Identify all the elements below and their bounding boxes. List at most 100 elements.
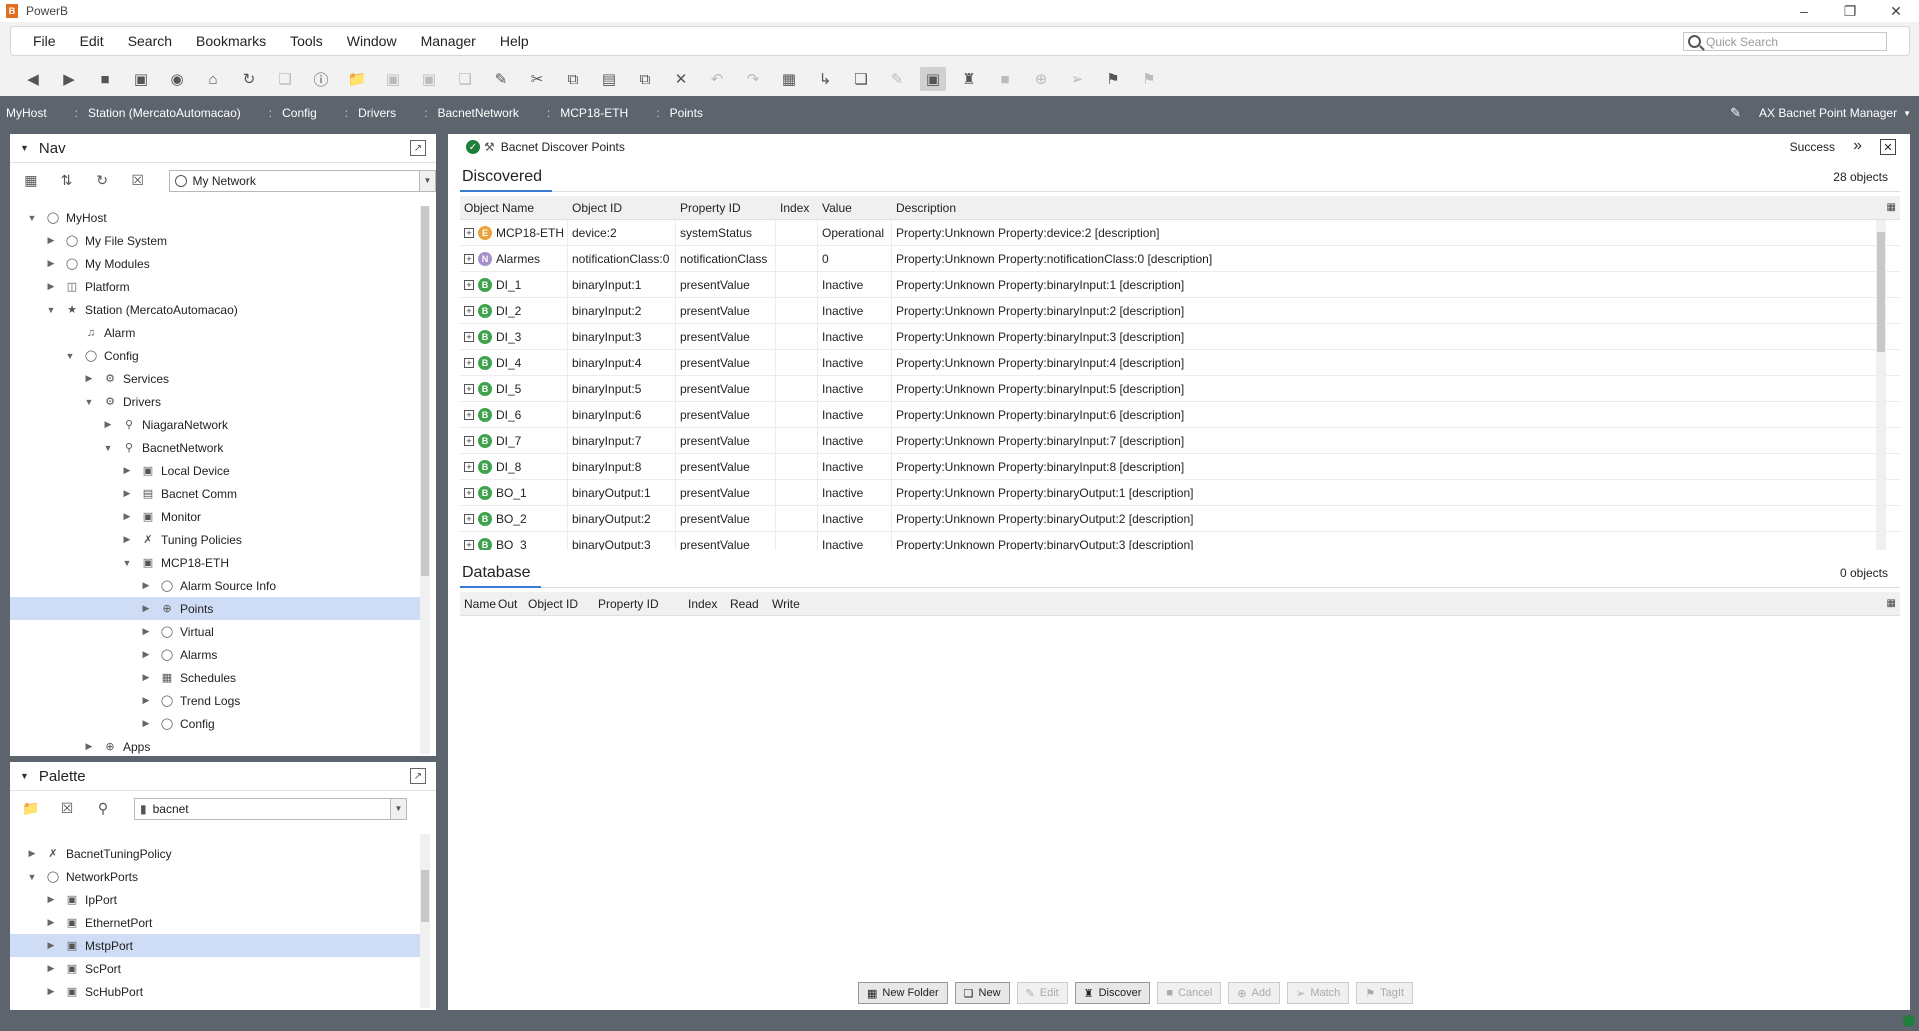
collapsed-caret-icon[interactable]: ▶: [121, 488, 133, 499]
tag-it-icon[interactable]: ⚑: [1136, 67, 1162, 91]
tree-node-apps[interactable]: ▶ ⊕ Apps: [10, 735, 420, 756]
collapsed-caret-icon[interactable]: ▶: [45, 963, 57, 974]
tree-node-bacnettuningpolicy[interactable]: ▶ ✗ BacnetTuningPolicy: [10, 842, 420, 865]
tab-database[interactable]: Database: [460, 560, 541, 588]
menu-search[interactable]: Search: [116, 33, 184, 49]
nav-scrollbar[interactable]: [420, 206, 430, 754]
collapsed-caret-icon[interactable]: ▶: [140, 672, 152, 683]
open-palette-icon[interactable]: 📁: [22, 800, 40, 818]
tree-node-trend-logs[interactable]: ▶ ◯ Trend Logs: [10, 689, 420, 712]
tree-node-services[interactable]: ▶ ⚙ Services: [10, 367, 420, 390]
palette-scroll-thumb[interactable]: [421, 870, 429, 922]
forward-icon[interactable]: ▶: [56, 67, 82, 91]
expand-row-icon[interactable]: +: [464, 331, 474, 342]
chevron-down-icon[interactable]: ▼: [390, 798, 406, 819]
copy-view-icon[interactable]: ❏: [272, 67, 298, 91]
pencil-icon[interactable]: ✎: [1730, 105, 1741, 121]
tree-node-networkports[interactable]: ▼ ◯ NetworkPorts: [10, 865, 420, 888]
collapsed-caret-icon[interactable]: ▶: [83, 741, 95, 752]
menu-window[interactable]: Window: [335, 33, 409, 49]
tree-node-drivers[interactable]: ▼ ⚙ Drivers: [10, 390, 420, 413]
expand-row-icon[interactable]: +: [464, 305, 474, 316]
collapsed-caret-icon[interactable]: ▶: [45, 986, 57, 997]
tree-node-points[interactable]: ▶ ⊕ Points: [10, 597, 420, 620]
expand-row-icon[interactable]: +: [464, 435, 474, 446]
link-icon[interactable]: ↳: [812, 67, 838, 91]
save-icon[interactable]: ▣: [380, 67, 406, 91]
collapsed-caret-icon[interactable]: ▶: [45, 894, 57, 905]
discover-icon[interactable]: ♜: [956, 67, 982, 91]
match-icon[interactable]: ➢: [1064, 67, 1090, 91]
export-icon[interactable]: ❏: [452, 67, 478, 91]
expand-row-icon[interactable]: +: [464, 357, 474, 368]
table-row[interactable]: + B BO_3 binaryOutput:3 presentValue Inactive…: [460, 531, 1900, 550]
col-index[interactable]: Index: [684, 597, 726, 611]
breadcrumb-item[interactable]: : Drivers: [339, 106, 418, 120]
collapsed-caret-icon[interactable]: ▶: [83, 373, 95, 384]
collapsed-caret-icon[interactable]: ▶: [121, 465, 133, 476]
collapsed-caret-icon[interactable]: ▶: [45, 235, 57, 246]
table-row[interactable]: + B DI_2 binaryInput:2 presentValue Inactive P…: [460, 297, 1900, 324]
refresh-icon[interactable]: ↻: [93, 172, 111, 190]
new-doc-icon[interactable]: ❏: [848, 67, 874, 91]
stop-icon[interactable]: ■: [992, 67, 1018, 91]
col-name[interactable]: Name: [460, 597, 496, 611]
close-icon[interactable]: ✕: [1880, 139, 1896, 155]
table-row[interactable]: + B DI_7 binaryInput:7 presentValue Inactive P…: [460, 427, 1900, 454]
tab-discovered[interactable]: Discovered: [460, 164, 553, 192]
tagit-button[interactable]: ⚑ TagIt: [1356, 982, 1414, 1004]
table-row[interactable]: + B DI_8 binaryInput:8 presentValue Inactive P…: [460, 453, 1900, 480]
close-window-icon[interactable]: ✕: [1873, 0, 1919, 22]
collapsed-caret-icon[interactable]: ▶: [140, 626, 152, 637]
maximize-pane-icon[interactable]: ↗: [410, 140, 426, 156]
collapsed-caret-icon[interactable]: ▶: [140, 695, 152, 706]
expanded-caret-icon[interactable]: ▼: [83, 397, 95, 407]
tree-node-config[interactable]: ▶ ◯ Config: [10, 712, 420, 735]
expand-row-icon[interactable]: +: [464, 227, 474, 238]
breadcrumb-item[interactable]: : Station (MercatoAutomacao): [69, 106, 263, 120]
paste-icon[interactable]: ▤: [596, 67, 622, 91]
collapsed-caret-icon[interactable]: ▶: [121, 511, 133, 522]
col-out[interactable]: Out: [494, 597, 524, 611]
menu-file[interactable]: File: [11, 33, 68, 49]
cut-icon[interactable]: ✂: [524, 67, 550, 91]
col-property-id[interactable]: Property ID: [676, 201, 776, 215]
menu-bookmarks[interactable]: Bookmarks: [184, 33, 278, 49]
minimize-icon[interactable]: –: [1781, 0, 1827, 22]
collapsed-caret-icon[interactable]: ▶: [140, 718, 152, 729]
tree-node-config[interactable]: ▼ ◯ Config: [10, 344, 420, 367]
breadcrumb-item[interactable]: : BacnetNetwork: [418, 106, 541, 120]
expand-row-icon[interactable]: +: [464, 513, 474, 524]
collapse-icon[interactable]: ▼: [20, 143, 29, 153]
collapse-icon[interactable]: ▼: [20, 771, 29, 781]
breadcrumb-item[interactable]: :MyHost: [0, 106, 69, 120]
menu-manager[interactable]: Manager: [409, 33, 488, 49]
save-all-icon[interactable]: ▣: [416, 67, 442, 91]
refresh-icon[interactable]: ↻: [236, 67, 262, 91]
tree-node-alarms[interactable]: ▶ ◯ Alarms: [10, 643, 420, 666]
collapsed-caret-icon[interactable]: ▶: [45, 917, 57, 928]
nav-scroll-thumb[interactable]: [421, 206, 429, 576]
expand-row-icon[interactable]: +: [464, 461, 474, 472]
menu-edit[interactable]: Edit: [68, 33, 116, 49]
open-folder-icon[interactable]: 📁: [344, 67, 370, 91]
col-index[interactable]: Index: [776, 201, 818, 215]
close-palette-icon[interactable]: ☒: [58, 800, 76, 818]
breadcrumb-item[interactable]: : Config: [263, 106, 339, 120]
table-row[interactable]: + B BO_1 binaryOutput:1 presentValue Inactive…: [460, 479, 1900, 506]
collapsed-caret-icon[interactable]: ▶: [45, 258, 57, 269]
tag-icon[interactable]: ⚑: [1100, 67, 1126, 91]
table-row[interactable]: + B DI_4 binaryInput:4 presentValue Inactive P…: [460, 349, 1900, 376]
add-icon[interactable]: ⊕: [1028, 67, 1054, 91]
tree-node-ipport[interactable]: ▶ ▣ IpPort: [10, 888, 420, 911]
duplicate-icon[interactable]: ⧉: [632, 67, 658, 91]
tree-node-local-device[interactable]: ▶ ▣ Local Device: [10, 459, 420, 482]
tree-node-myhost[interactable]: ▼ ◯ MyHost: [10, 206, 420, 229]
cancel-button[interactable]: ■ Cancel: [1157, 982, 1222, 1004]
back-icon[interactable]: ◀: [20, 67, 46, 91]
collapsed-caret-icon[interactable]: ▶: [140, 580, 152, 591]
tree-node-tuning-policies[interactable]: ▶ ✗ Tuning Policies: [10, 528, 420, 551]
table-row[interactable]: + B DI_6 binaryInput:6 presentValue Inactive P…: [460, 401, 1900, 428]
table-row[interactable]: + N Alarmes notificationClass:0 notification…: [460, 245, 1900, 272]
tree-node-ethernetport[interactable]: ▶ ▣ EthernetPort: [10, 911, 420, 934]
